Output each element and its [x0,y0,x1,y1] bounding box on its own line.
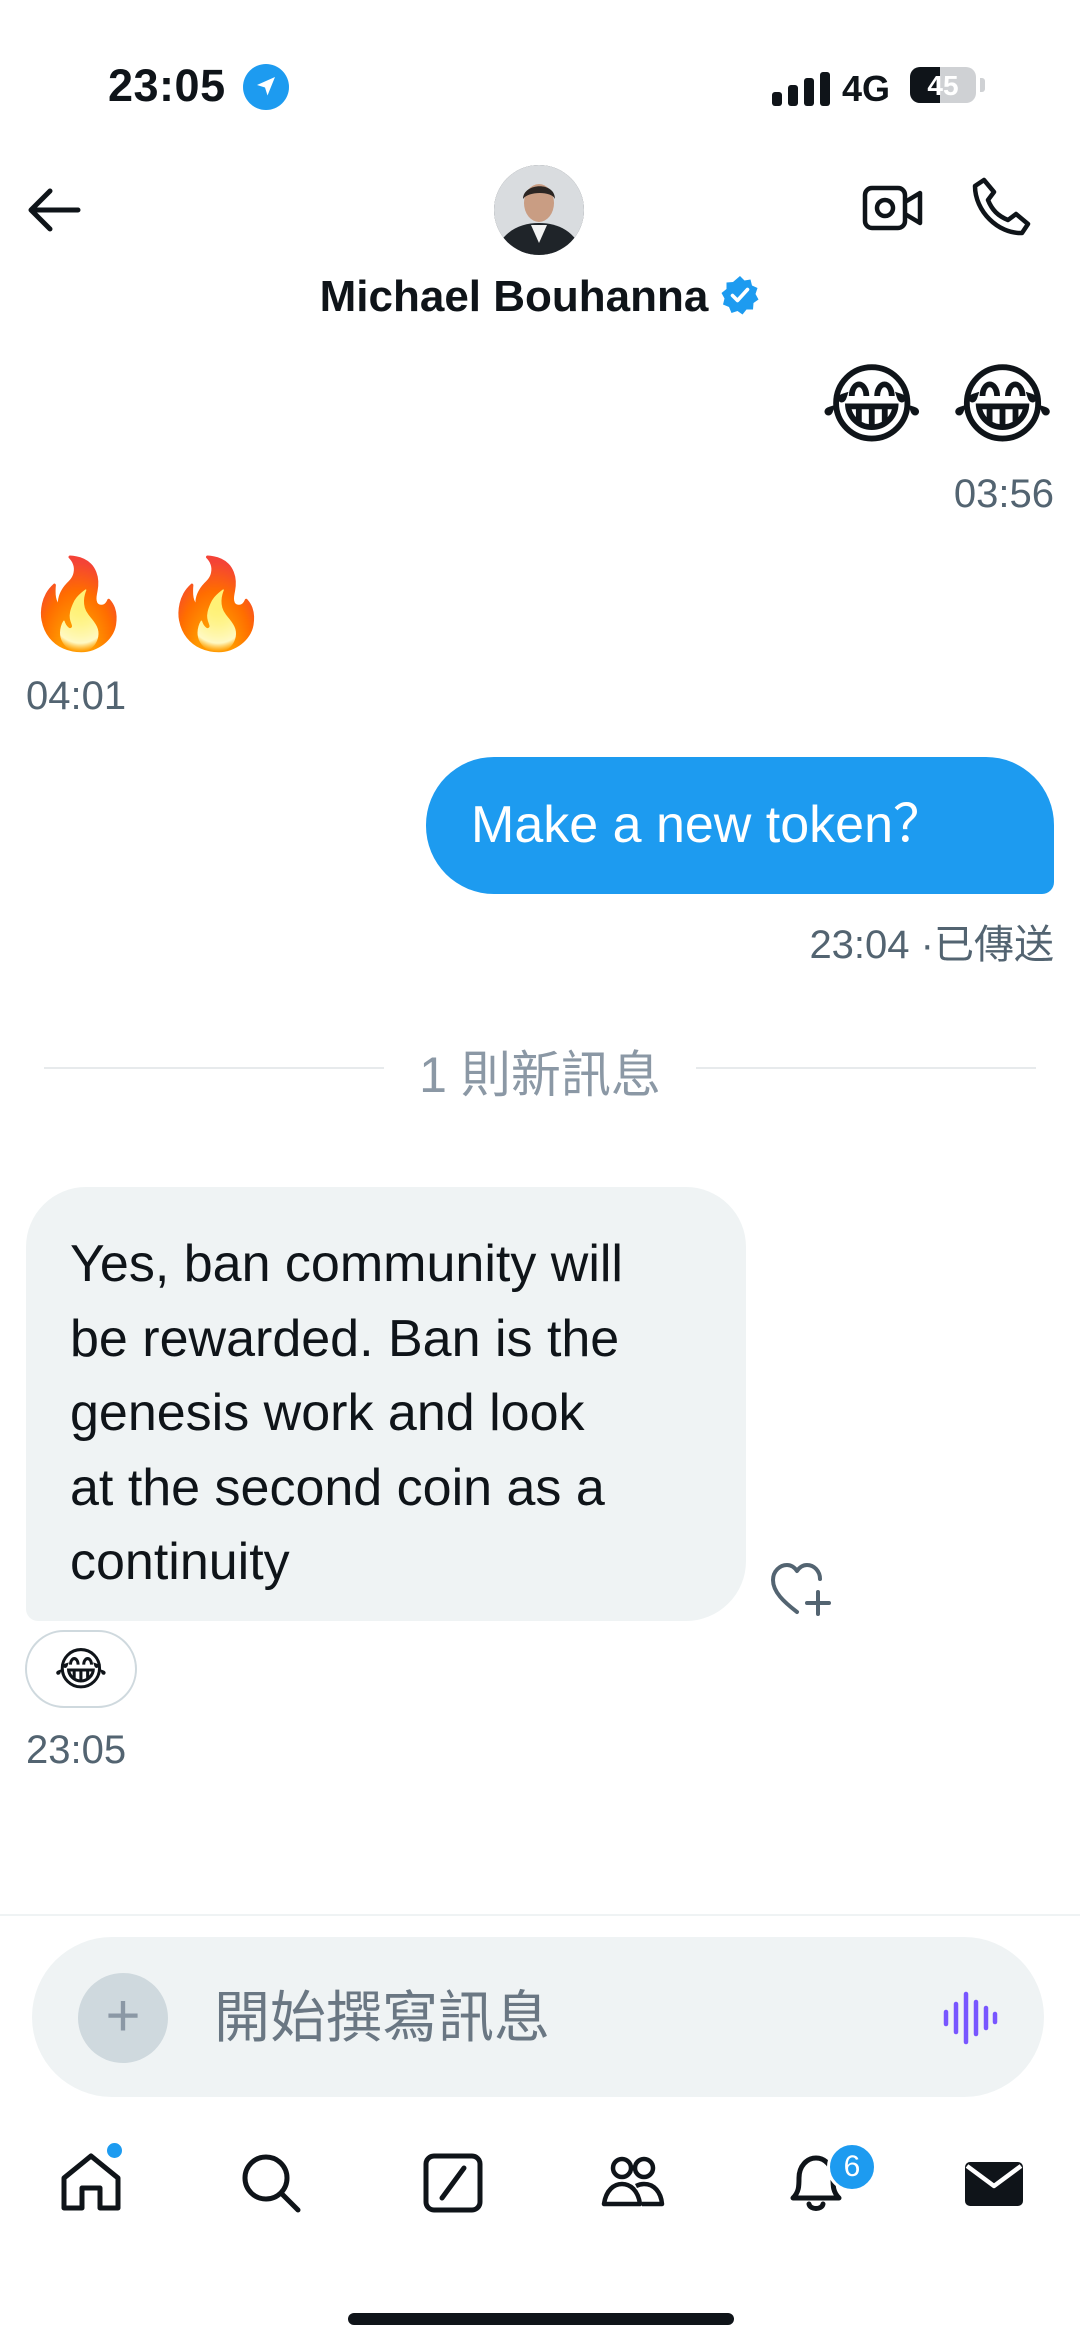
voice-message-button[interactable] [940,1990,1000,2046]
search-icon [242,2154,301,2213]
message-text-line: genesis work and look [70,1384,585,1442]
contact-name-row[interactable]: Michael Bouhanna [0,272,1080,322]
messages-icon [965,2162,1023,2206]
message-input[interactable] [214,1984,894,2050]
phone-icon [972,177,1031,236]
message-emoji-incoming[interactable]: 🔥 🔥 [24,554,271,654]
message-emoji-outgoing[interactable]: 😂 😂 [820,355,1054,455]
back-button[interactable] [22,180,92,240]
location-icon [243,64,289,110]
battery-tip [980,78,985,92]
nav-messages[interactable] [961,2150,1027,2216]
battery-percent: 45 [927,70,959,101]
message-text-line: at the second coin as a [70,1458,605,1517]
message-timestamp: 04:01 [26,674,127,718]
message-text: Make a new token？ [471,796,946,854]
signal-icon [772,72,830,106]
nav-search[interactable] [238,2150,304,2216]
add-attachment-button[interactable]: + [78,1973,168,2063]
message-status: ·已傳送 [920,923,1054,967]
home-icon [61,2153,121,2211]
heart-plus-icon [771,1563,831,1616]
reaction-pill[interactable]: 😂 [25,1630,137,1708]
message-bubble-outgoing[interactable]: Make a new token？ [426,757,1054,894]
video-call-button[interactable] [862,178,924,238]
contact-name: Michael Bouhanna [319,272,709,321]
message-timestamp: 03:56 [953,472,1054,516]
nav-grok[interactable] [420,2150,486,2216]
message-text-line: continuity [70,1533,290,1591]
verified-badge-icon [720,275,760,315]
message-text-line: be rewarded. Ban is the [70,1309,620,1368]
waveform-icon [943,1991,998,2045]
grok-icon [423,2153,483,2213]
message-text-line: Yes, ban community will [70,1235,623,1293]
battery-icon: 45 [910,67,976,103]
add-reaction-button[interactable] [770,1562,832,1618]
notifications-badge: 6 [827,2142,877,2192]
message-timestamp: 23:04 [809,923,910,967]
status-time: 23:05 [108,60,226,111]
divider-line-right [696,1067,1036,1069]
voice-call-button[interactable] [970,176,1032,238]
new-messages-divider: 1 則新訊息 [419,1047,661,1103]
nav-communities[interactable] [600,2150,666,2216]
home-unread-dot [107,2143,122,2158]
nav-home[interactable] [58,2150,124,2216]
avatar-portrait-icon [494,165,584,255]
message-timestamp: 23:05 [26,1728,127,1772]
message-bubble-incoming[interactable]: Yes, ban community will be rewarded. Ban… [26,1187,746,1621]
message-timestamp-row: 23:04 ·已傳送 [809,912,1054,970]
composer-divider [0,1914,1080,1916]
video-camera-icon [862,185,923,231]
avatar[interactable] [494,165,584,255]
communities-icon [601,2156,665,2207]
reaction-emoji: 😂 [54,1642,108,1696]
home-indicator [348,2313,734,2325]
arrow-left-icon [28,188,81,232]
network-type: 4G [842,68,891,109]
